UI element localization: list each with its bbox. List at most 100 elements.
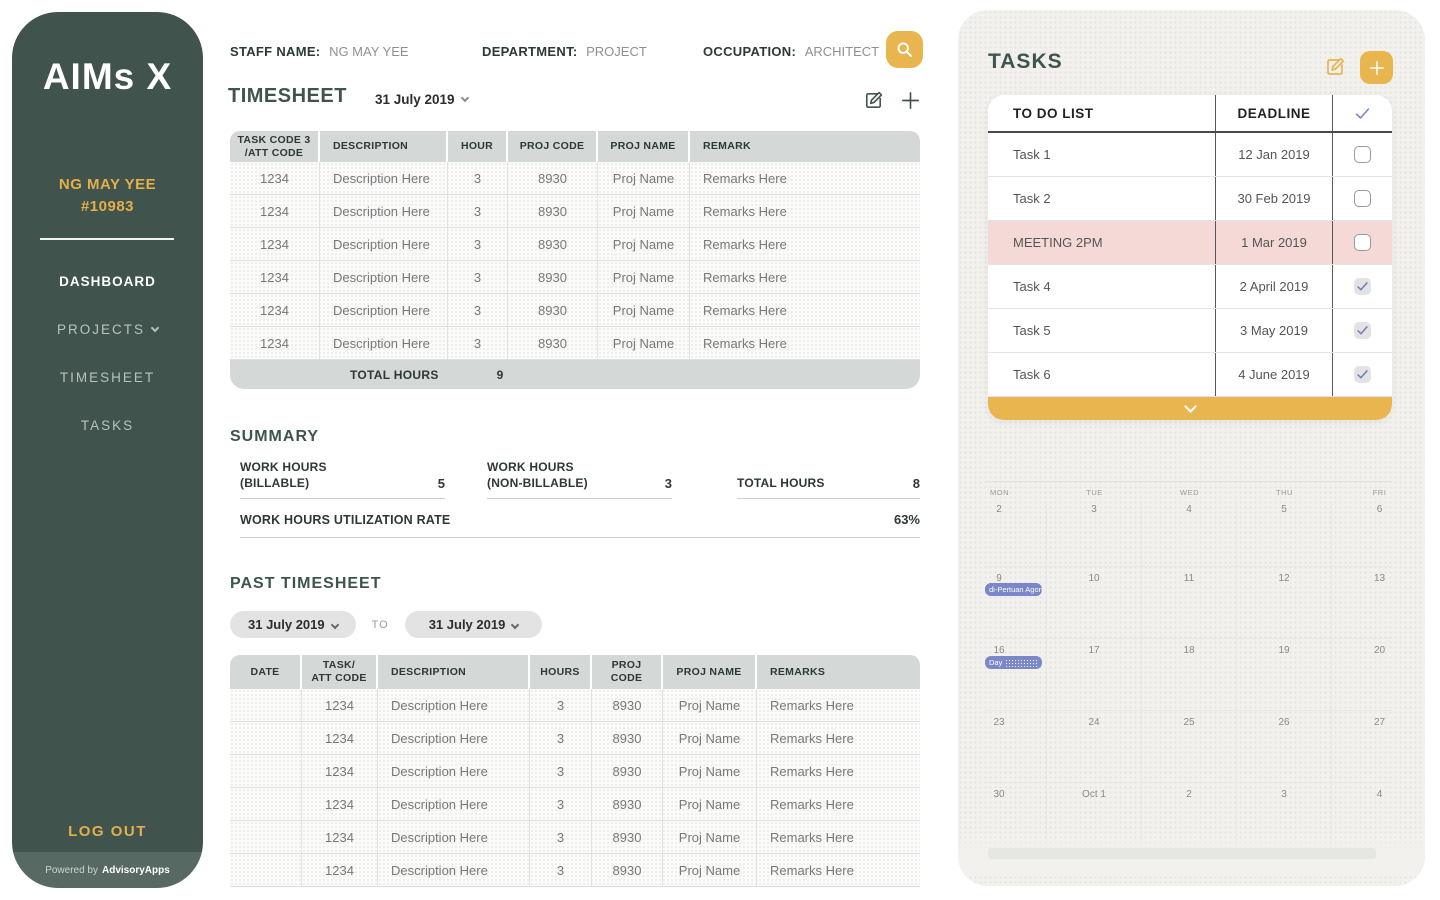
calendar-cell: 13 — [1332, 567, 1392, 638]
occupation-label: OCCUPATION: — [703, 44, 796, 59]
timesheet-date-selector[interactable]: 31 July 2019 — [375, 92, 468, 107]
chevron-down-icon — [511, 620, 519, 628]
department-field: DEPARTMENT: PROJECT — [482, 44, 647, 59]
task-name: Task 2 — [988, 191, 1215, 206]
task-checkbox[interactable] — [1354, 366, 1371, 383]
column-header: DESCRIPTION — [378, 655, 530, 689]
edit-timesheet-button[interactable] — [862, 89, 885, 112]
task-checkbox[interactable] — [1354, 322, 1371, 339]
date-number: 2 — [1142, 783, 1236, 800]
total-hours-row: TOTAL HOURS 9 — [230, 360, 920, 389]
cell-proj-code: 8930 — [508, 195, 598, 227]
from-date-selector[interactable]: 31 July 2019 — [230, 611, 356, 638]
cell-hour: 3 — [448, 294, 508, 326]
billable-hours-label: WORK HOURS (BILLABLE) — [240, 460, 327, 491]
cell-task-code: 1234 — [302, 722, 378, 754]
cell-proj-name: Proj Name — [598, 228, 690, 260]
date-number: 20 — [1332, 639, 1392, 656]
date-number: 6 — [1332, 502, 1392, 515]
list-item[interactable]: Task 5 3 May 2019 — [988, 309, 1392, 353]
task-deadline: 12 Jan 2019 — [1215, 133, 1332, 176]
cell-remark: Remarks Here — [690, 261, 920, 293]
table-row: 1234 Description Here 3 8930 Proj Name R… — [230, 162, 920, 195]
total-hours-label: TOTAL HOURS — [230, 368, 439, 382]
column-header: TASK/ ATT CODE — [302, 655, 378, 689]
done-column-header — [1332, 95, 1392, 131]
calendar-cell: 3 — [1047, 502, 1142, 566]
cell-task-code: 1234 — [230, 195, 320, 227]
occupation-value: ARCHITECT — [805, 44, 879, 59]
table-row: 1234 Description Here 3 8930 Proj Name R… — [230, 327, 920, 360]
calendar-event[interactable]: di-Pertuan Agon — [985, 583, 1042, 596]
sidebar-menu: DASHBOARD PROJECTS TIMESHEET TASKS — [12, 274, 203, 466]
day-header: MON — [985, 482, 1047, 502]
to-date-selector[interactable]: 31 July 2019 — [405, 611, 543, 638]
cell-proj-code: 8930 — [592, 821, 663, 853]
cell-proj-name: Proj Name — [663, 788, 757, 820]
sidebar-divider — [40, 238, 174, 240]
date-number: 19 — [1237, 639, 1331, 656]
edit-icon — [1323, 55, 1347, 79]
date-number: 4 — [1332, 783, 1392, 800]
cell-proj-code: 8930 — [508, 228, 598, 260]
day-header: TUE — [1047, 482, 1142, 502]
search-button[interactable] — [886, 31, 923, 68]
powered-brand: AdvisoryApps — [102, 865, 170, 876]
date-number: 3 — [1047, 502, 1141, 515]
cell-task-code: 1234 — [230, 162, 320, 194]
table-row: 1234 Description Here 3 8930 Proj Name R… — [230, 755, 920, 788]
task-checkbox[interactable] — [1354, 190, 1371, 207]
cell-task-code: 1234 — [302, 755, 378, 787]
add-timesheet-button[interactable] — [899, 89, 922, 112]
cell-remarks: Remarks Here — [757, 755, 920, 787]
list-item[interactable]: Task 2 30 Feb 2019 — [988, 177, 1392, 221]
date-number: 2 — [985, 502, 1046, 515]
date-number: 17 — [1047, 639, 1141, 656]
sidebar-item-projects[interactable]: PROJECTS — [12, 322, 203, 337]
sidebar-item-dashboard[interactable]: DASHBOARD — [12, 274, 203, 289]
sidebar-item-tasks[interactable]: TASKS — [12, 418, 203, 433]
date-number: 26 — [1237, 711, 1331, 728]
sidebar-item-timesheet[interactable]: TIMESHEET — [12, 370, 203, 385]
table-row: 1234 Description Here 3 8930 Proj Name R… — [230, 261, 920, 294]
calendar-event[interactable]: Day — [985, 656, 1042, 669]
cell-task-code: 1234 — [230, 294, 320, 326]
task-checkbox[interactable] — [1354, 234, 1371, 251]
cell-hours: 3 — [530, 821, 592, 853]
list-item-highlighted[interactable]: MEETING 2PM 1 Mar 2019 — [988, 221, 1392, 265]
date-number: 13 — [1332, 567, 1392, 584]
cell-description: Description Here — [378, 755, 530, 787]
cell-hour: 3 — [448, 195, 508, 227]
app-logo: AIMs X — [12, 56, 203, 98]
cell-proj-code: 8930 — [592, 755, 663, 787]
past-timesheet-title: PAST TIMESHEET — [230, 575, 382, 593]
task-checkbox[interactable] — [1354, 278, 1371, 295]
cell-date — [230, 722, 302, 754]
logout-button[interactable]: LOG OUT — [12, 823, 203, 840]
edit-tasks-button[interactable] — [1323, 55, 1347, 79]
timesheet-table-header: TASK CODE 3 /ATT CODE DESCRIPTION HOUR P… — [230, 131, 920, 162]
table-row: 1234 Description Here 3 8930 Proj Name R… — [230, 788, 920, 821]
cell-proj-name: Proj Name — [598, 294, 690, 326]
powered-prefix: Powered by — [45, 865, 98, 876]
calendar-cell: 24 — [1047, 711, 1142, 782]
summary-grid: WORK HOURS (BILLABLE) 5 WORK HOURS (NON-… — [240, 460, 920, 499]
list-item[interactable]: Task 6 4 June 2019 — [988, 353, 1392, 397]
task-deadline: 1 Mar 2019 — [1215, 221, 1332, 264]
department-label: DEPARTMENT: — [482, 44, 578, 59]
list-item[interactable]: Task 1 12 Jan 2019 — [988, 133, 1392, 177]
cell-date — [230, 854, 302, 886]
cell-proj-name: Proj Name — [598, 162, 690, 194]
summary-title: SUMMARY — [230, 428, 319, 446]
calendar-week: 16 17 18 19 20 — [985, 638, 1392, 710]
calendar-cell: 9 — [985, 567, 1047, 638]
task-checkbox[interactable] — [1354, 146, 1371, 163]
cell-description: Description Here — [320, 162, 448, 194]
expand-tasks-button[interactable] — [988, 397, 1392, 420]
date-number: 10 — [1047, 567, 1141, 584]
calendar-cell: 23 — [985, 711, 1047, 782]
add-task-button[interactable] — [1360, 51, 1393, 84]
past-timesheet-table: DATE TASK/ ATT CODE DESCRIPTION HOURS PR… — [230, 655, 920, 887]
calendar-cell: 4 — [1142, 502, 1237, 566]
list-item[interactable]: Task 4 2 April 2019 — [988, 265, 1392, 309]
